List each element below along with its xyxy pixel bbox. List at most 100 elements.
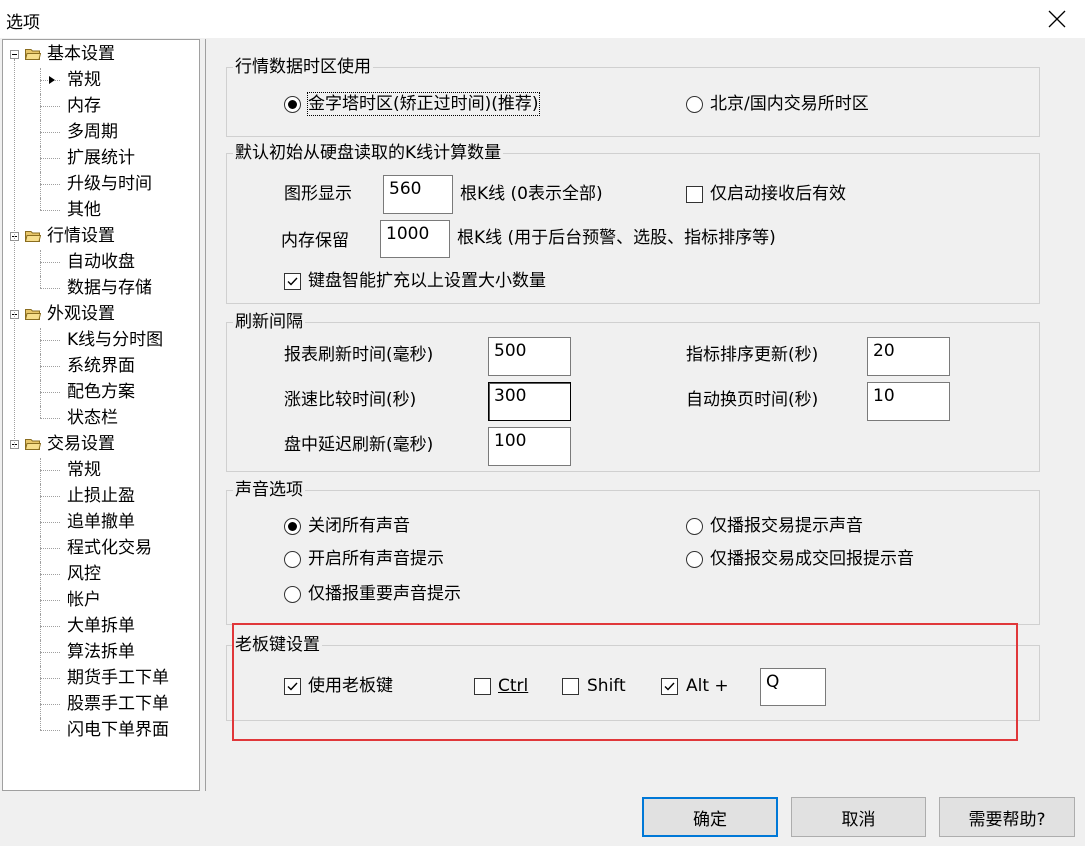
tree-connector xyxy=(40,588,41,614)
cancel-button[interactable]: 取消 xyxy=(791,797,926,837)
tree-leaf-item[interactable]: 股票手工下单 xyxy=(3,692,199,718)
auto-pageflip-input[interactable]: 10 xyxy=(867,382,950,421)
memory-keep-input[interactable]: 1000 xyxy=(380,220,450,258)
tree-item-label: 追单撤单 xyxy=(67,512,135,532)
report-refresh-input[interactable]: 500 xyxy=(488,337,571,376)
tree-leaf-item[interactable]: 升级与时间 xyxy=(3,172,199,198)
use-boss-key-label[interactable]: 使用老板键 xyxy=(308,675,393,697)
tree-leaf-item[interactable]: 状态栏 xyxy=(3,406,199,430)
tree-leaf-item[interactable]: 帐户 xyxy=(3,588,199,614)
timezone-beijing-radio[interactable] xyxy=(686,96,703,113)
tree-leaf-item[interactable]: 配色方案 xyxy=(3,380,199,406)
tree-leaf-item[interactable]: 风控 xyxy=(3,562,199,588)
timezone-singapore-label[interactable]: 金字塔时区(矫正过时间)(推荐) xyxy=(307,92,540,116)
tree-connector xyxy=(40,692,41,718)
collapse-icon[interactable] xyxy=(10,50,19,59)
timezone-group-title: 行情数据时区使用 xyxy=(233,57,373,77)
boss-key-input[interactable]: Q xyxy=(760,668,826,706)
shift-checkbox[interactable] xyxy=(562,678,579,695)
tree-connector xyxy=(40,718,41,730)
tree-item-label: 行情设置 xyxy=(47,226,115,246)
tree-item-label: 常规 xyxy=(67,70,101,90)
alt-label[interactable]: Alt + xyxy=(686,675,729,697)
tree-connector xyxy=(40,68,41,94)
sound-off-radio[interactable] xyxy=(284,518,301,535)
sound-off-label[interactable]: 关闭所有声音 xyxy=(308,515,410,537)
tree-category-item[interactable]: 交易设置 xyxy=(3,432,199,456)
sound-trade-done-radio[interactable] xyxy=(686,551,703,568)
sound-all-label[interactable]: 开启所有声音提示 xyxy=(308,548,444,570)
use-boss-key-checkbox[interactable] xyxy=(284,678,301,695)
tree-item-label: 帐户 xyxy=(67,590,101,610)
tree-leaf-item[interactable]: 数据与存储 xyxy=(3,276,199,300)
tree-connector xyxy=(14,59,15,449)
tree-item-label: 程式化交易 xyxy=(67,538,152,558)
tree-item-label: 常规 xyxy=(67,460,101,480)
tree-leaf-item[interactable]: 其他 xyxy=(3,198,199,222)
tree-category-item[interactable]: 外观设置 xyxy=(3,302,199,326)
tree-leaf-item[interactable]: 自动收盘 xyxy=(3,250,199,276)
tree-connector xyxy=(40,640,41,666)
smart-expand-label[interactable]: 键盘智能扩充以上设置大小数量 xyxy=(308,270,546,292)
close-button[interactable] xyxy=(1029,0,1085,38)
ok-button[interactable]: 确定 xyxy=(642,797,778,837)
tree-leaf-item[interactable]: 算法拆单 xyxy=(3,640,199,666)
tree-connector xyxy=(40,340,60,341)
sound-all-radio[interactable] xyxy=(284,551,301,568)
sound-important-radio[interactable] xyxy=(284,586,301,603)
shift-label[interactable]: Shift xyxy=(587,675,626,697)
sound-important-label[interactable]: 仅播报重要声音提示 xyxy=(308,583,461,605)
tree-connector xyxy=(40,574,60,575)
tree-leaf-item[interactable]: 追单撤单 xyxy=(3,510,199,536)
smart-expand-checkbox[interactable] xyxy=(284,273,301,290)
indicator-sort-label: 指标排序更新(秒) xyxy=(686,345,819,365)
tree-leaf-item[interactable]: 扩展统计 xyxy=(3,146,199,172)
tree-leaf-item[interactable]: K线与分时图 xyxy=(3,328,199,354)
tree-connector xyxy=(40,250,41,276)
title-bar: 选项 xyxy=(0,0,1085,38)
timezone-beijing-label[interactable]: 北京/国内交易所时区 xyxy=(710,93,869,115)
tree-leaf-item[interactable]: 常规 xyxy=(3,458,199,484)
alt-checkbox[interactable] xyxy=(661,678,678,695)
sound-trade-done-label[interactable]: 仅播报交易成交回报提示音 xyxy=(710,548,914,570)
tree-leaf-item[interactable]: 止损止盈 xyxy=(3,484,199,510)
indicator-sort-input[interactable]: 20 xyxy=(867,337,950,376)
tree-leaf-item[interactable]: 多周期 xyxy=(3,120,199,146)
tree-connector xyxy=(40,730,60,731)
refresh-group-title: 刷新间隔 xyxy=(233,312,305,332)
tree-category-item[interactable]: 基本设置 xyxy=(3,42,199,66)
ctrl-label[interactable]: Ctrl xyxy=(498,675,528,697)
sound-trade-hint-radio[interactable] xyxy=(686,518,703,535)
tree-item-label: 股票手工下单 xyxy=(67,694,169,714)
folder-open-icon xyxy=(25,439,41,450)
tree-leaf-item[interactable]: 大单拆单 xyxy=(3,614,199,640)
tree-leaf-item[interactable]: 期货手工下单 xyxy=(3,666,199,692)
settings-tree[interactable]: 基本设置 常规 内存 多周期 扩展统计 升级与时间 其他 行情设置 自动收盘 数据与存储 外观设置 K… xyxy=(2,39,200,791)
tree-item-label: 升级与时间 xyxy=(67,174,152,194)
tree-leaf-item[interactable]: 常规 xyxy=(3,68,199,94)
tree-item-label: K线与分时图 xyxy=(67,330,164,350)
startup-only-label[interactable]: 仅启动接收后有效 xyxy=(710,183,846,205)
tree-leaf-item[interactable]: 系统界面 xyxy=(3,354,199,380)
graphic-display-label: 图形显示 xyxy=(284,184,352,204)
tree-connector xyxy=(40,132,60,133)
tree-item-label: 交易设置 xyxy=(47,434,115,454)
tree-leaf-item[interactable]: 闪电下单界面 xyxy=(3,718,199,742)
tree-leaf-item[interactable]: 内存 xyxy=(3,94,199,120)
tree-leaf-item[interactable]: 程式化交易 xyxy=(3,536,199,562)
tree-connector xyxy=(40,172,41,198)
graphic-display-input[interactable]: 560 xyxy=(383,175,453,214)
delay-refresh-input[interactable]: 100 xyxy=(488,427,571,466)
ctrl-checkbox[interactable] xyxy=(474,678,491,695)
settings-panel: 行情数据时区使用 金字塔时区(矫正过时间)(推荐) 北京/国内交易所时区 默认初… xyxy=(205,39,1079,791)
timezone-singapore-radio[interactable] xyxy=(284,96,301,113)
tree-item-label: 配色方案 xyxy=(67,382,135,402)
folder-open-icon xyxy=(25,49,41,60)
selected-arrow-icon xyxy=(49,76,55,84)
speed-compare-input[interactable]: 300 xyxy=(488,382,571,421)
help-button[interactable]: 需要帮助? xyxy=(939,797,1075,837)
tree-category-item[interactable]: 行情设置 xyxy=(3,224,199,248)
tree-item-label: 外观设置 xyxy=(47,304,115,324)
startup-only-checkbox[interactable] xyxy=(686,186,703,203)
sound-trade-hint-label[interactable]: 仅播报交易提示声音 xyxy=(710,515,863,537)
